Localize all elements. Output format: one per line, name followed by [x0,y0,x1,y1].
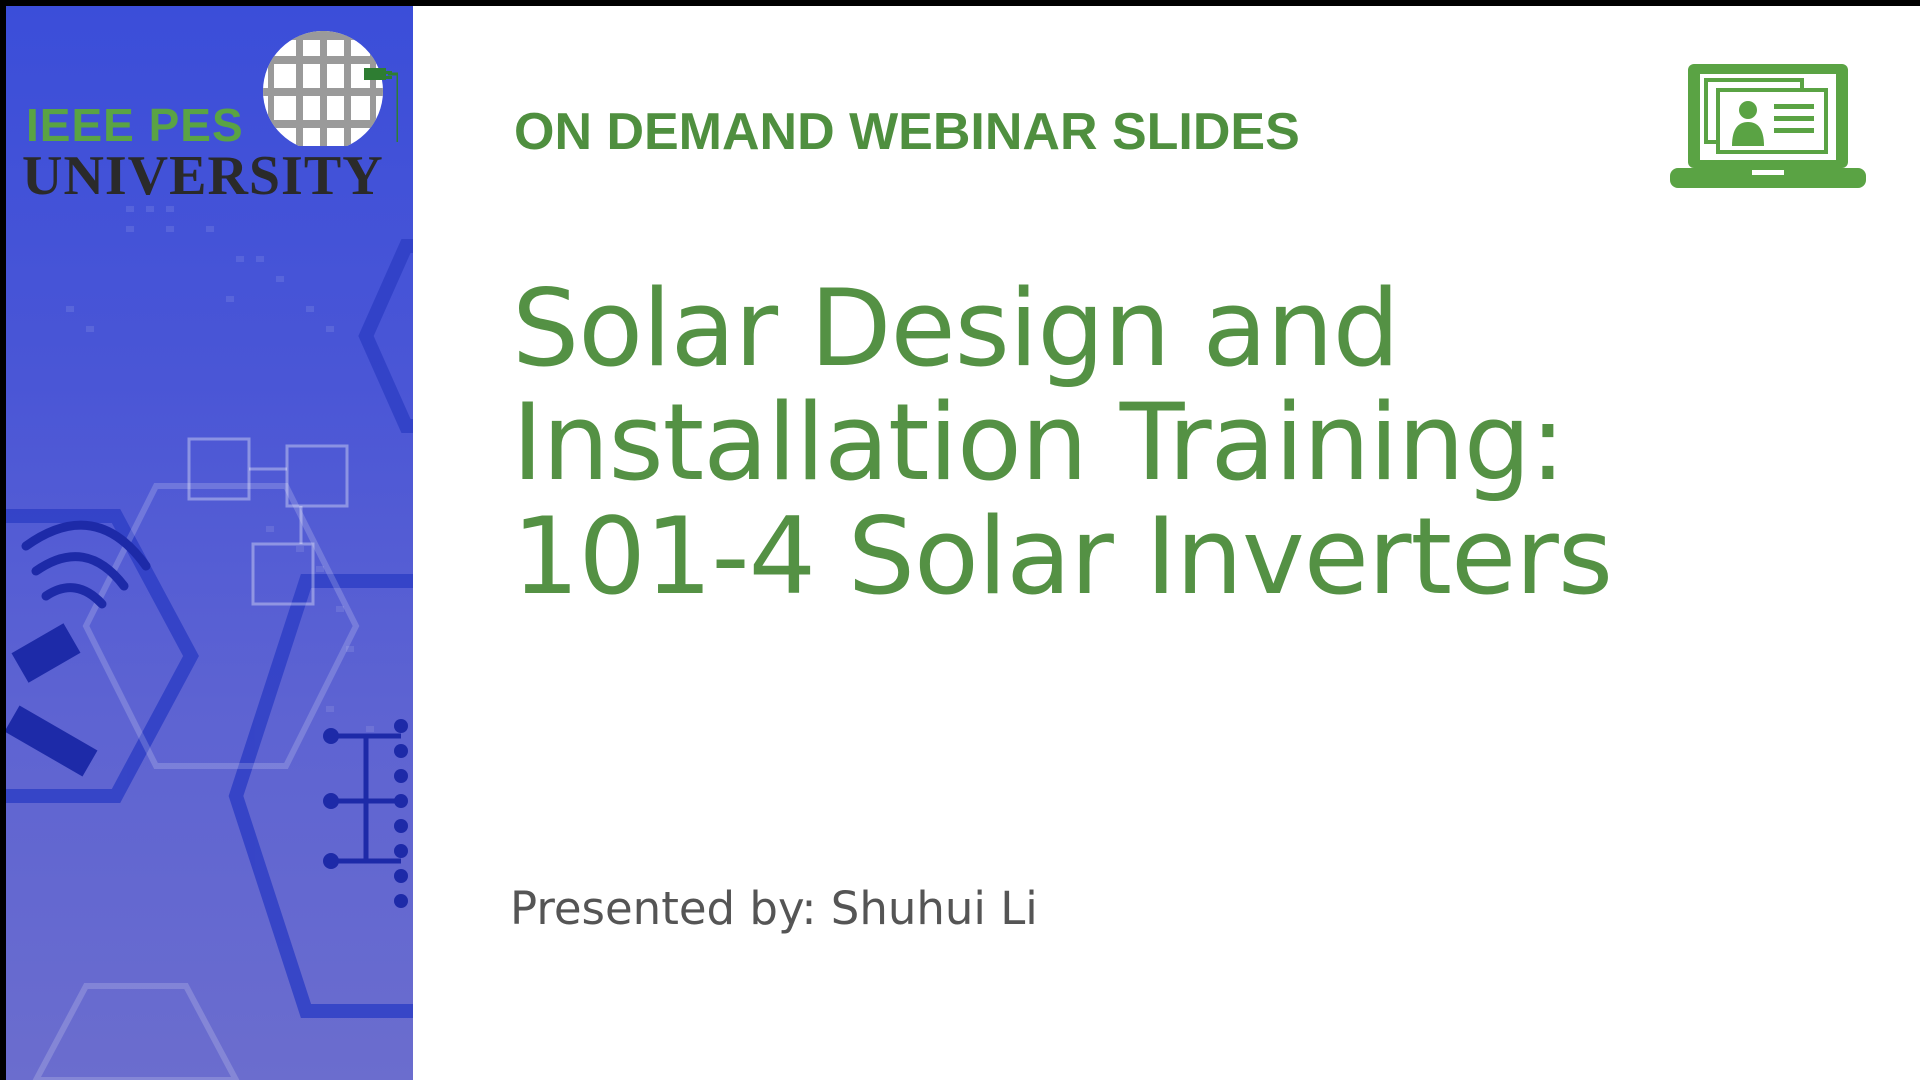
slide-title-line-1: Solar Design and [512,267,1400,390]
ieee-pes-university-logo: IEEE PES UNIVERSITY [20,26,410,216]
slide-title: Solar Design and Installation Training: … [512,272,1712,614]
slide-kicker: ON DEMAND WEBINAR SLIDES [514,103,1300,161]
globe-icon [263,31,398,146]
decorative-side-panel: IEEE PES UNIVERSITY [6,6,413,1080]
slide-title-line-2: Installation Training: [512,381,1566,504]
slide-title-line-3: 101-4 Solar Inverters [512,495,1613,618]
slide-frame: IEEE PES UNIVERSITY ON DEMAND WEBINAR SL… [6,6,1920,1080]
logo-university-text: UNIVERSITY [22,145,384,207]
laptop-presenter-icon [1670,64,1866,188]
presenter-credit: Presented by: Shuhui Li [510,882,1038,935]
